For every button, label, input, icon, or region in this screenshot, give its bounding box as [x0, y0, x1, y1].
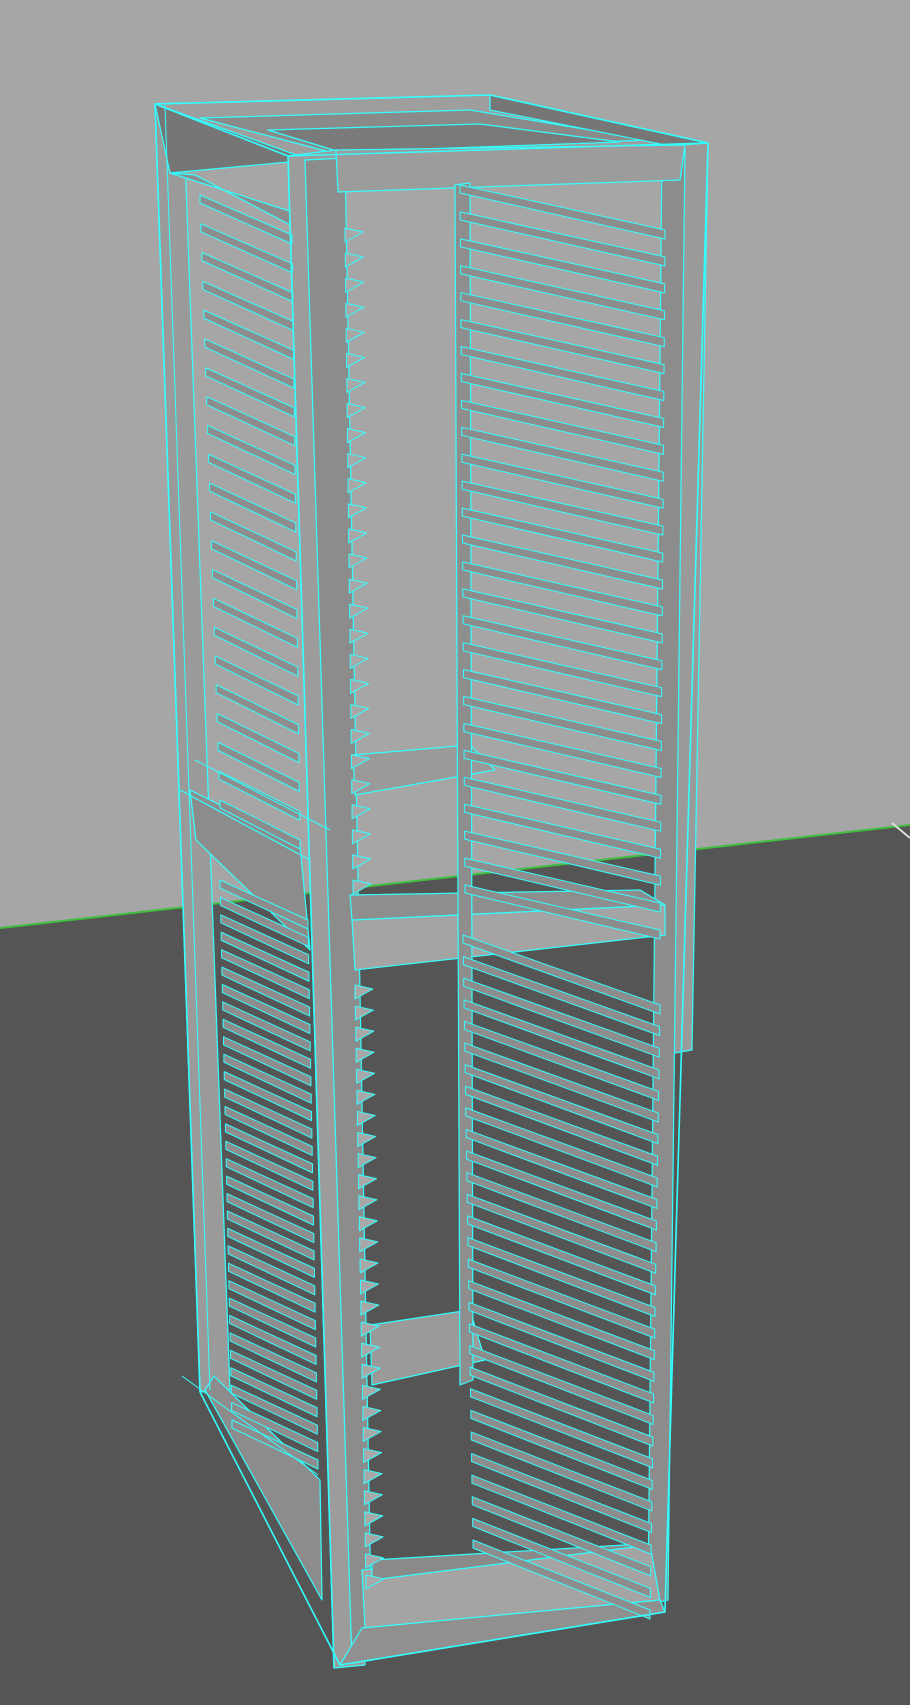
viewport-canvas[interactable]: [0, 0, 910, 1705]
3d-viewport[interactable]: [0, 0, 910, 1705]
